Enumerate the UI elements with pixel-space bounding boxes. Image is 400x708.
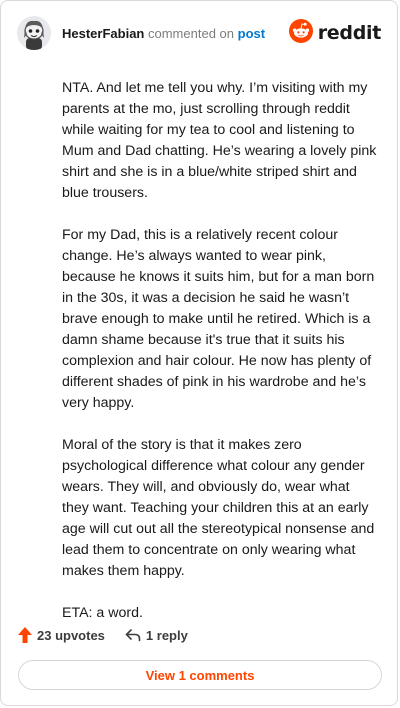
username-link[interactable]: HesterFabian — [62, 26, 144, 41]
view-comments-button[interactable]: View 1 comments — [18, 660, 382, 690]
reply-button[interactable]: 1 reply — [125, 628, 188, 643]
post-link[interactable]: post — [238, 26, 265, 41]
reply-arrow-icon — [125, 628, 141, 642]
action-text: commented on — [148, 26, 234, 41]
comment-paragraph: ETA: a word. — [62, 605, 143, 621]
comment-paragraph: For my Dad, this is a relatively recent … — [62, 227, 375, 411]
snoo-avatar-icon[interactable] — [17, 16, 51, 50]
comment-paragraph: Moral of the story is that it makes zero… — [62, 437, 375, 579]
reply-count: 1 reply — [145, 627, 188, 643]
comment-card: HesterFabian commented on post reddit NT… — [0, 0, 398, 706]
reddit-wordmark: reddit — [317, 22, 382, 44]
comment-footer: 23 upvotes 1 reply — [17, 625, 188, 645]
comment-paragraph: NTA. And let me tell you why. I’m visiti… — [62, 80, 377, 201]
upvote-count: 23 upvotes — [37, 627, 105, 643]
upvote-arrow-icon — [17, 626, 33, 644]
comment-body: NTA. And let me tell you why. I’m visiti… — [62, 78, 380, 645]
reddit-alien-icon — [288, 18, 313, 48]
comment-attribution: HesterFabian commented on post — [62, 26, 265, 42]
reddit-logo[interactable]: reddit — [288, 18, 382, 48]
comment-header: HesterFabian commented on post reddit — [1, 1, 397, 67]
upvote-button[interactable]: 23 upvotes — [17, 626, 105, 644]
